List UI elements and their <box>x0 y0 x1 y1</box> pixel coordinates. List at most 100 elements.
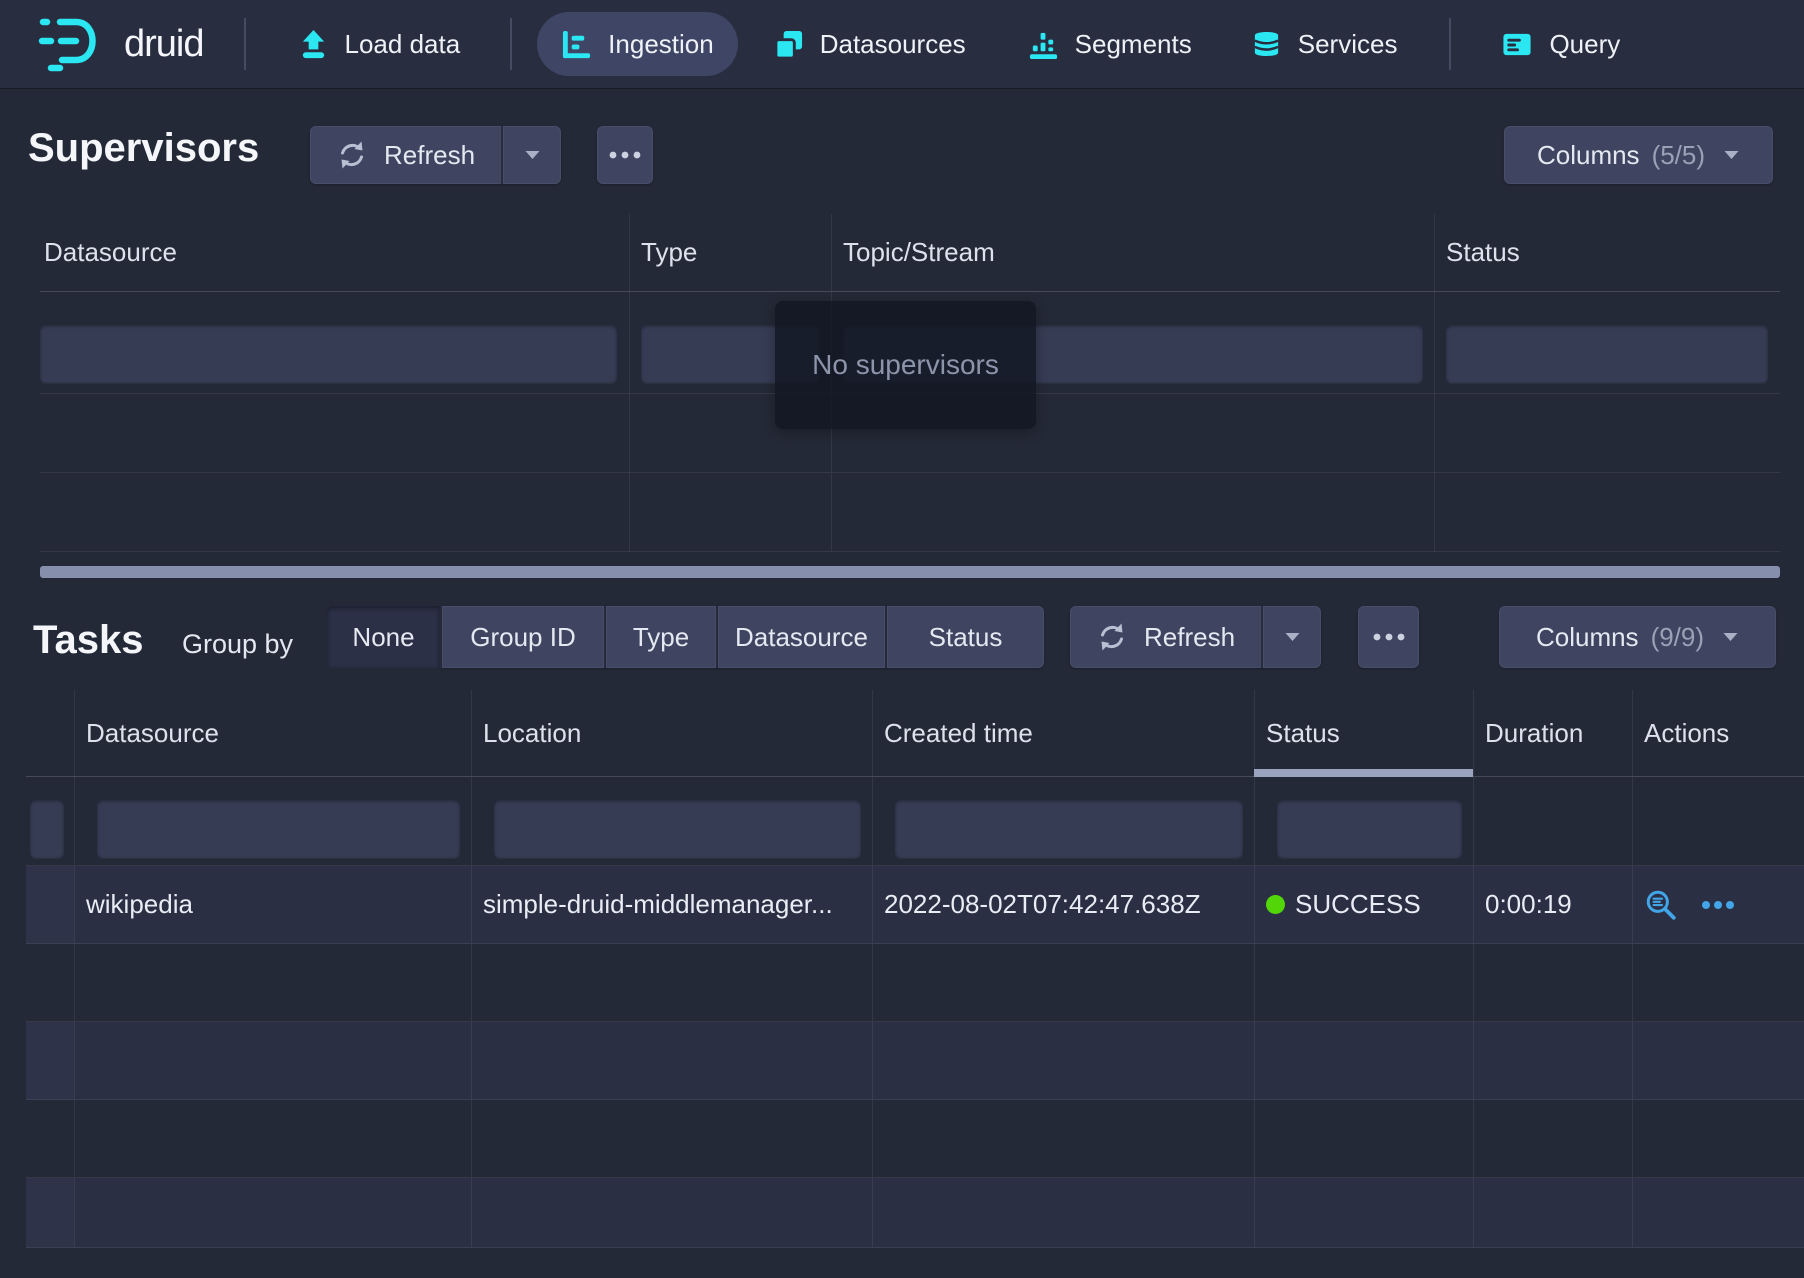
nav-item-label: Query <box>1549 29 1620 60</box>
no-supervisors-message: No supervisors <box>812 349 999 381</box>
tasks-refresh-button[interactable]: Refresh <box>1070 606 1261 668</box>
success-dot-icon <box>1266 895 1285 914</box>
column-header-status-sorted[interactable]: Status <box>1254 690 1473 776</box>
task-duration: 0:00:19 <box>1473 866 1632 943</box>
top-nav: druid Load data Ingestio <box>0 0 1804 88</box>
tasks-header-row: Datasource Location Created time Status … <box>26 690 1804 777</box>
columns-label: Columns <box>1537 140 1640 171</box>
nav-item-label: Services <box>1298 29 1398 60</box>
location-filter-input[interactable] <box>494 800 861 858</box>
tasks-title: Tasks <box>33 618 143 663</box>
upload-icon <box>298 29 329 60</box>
column-header-status[interactable]: Status <box>1434 214 1780 291</box>
group-by-status-button[interactable]: Status <box>887 606 1044 668</box>
refresh-label: Refresh <box>1144 622 1235 653</box>
chevron-down-icon <box>1722 632 1739 642</box>
nav-divider <box>510 18 512 70</box>
datasource-filter-input[interactable] <box>97 800 460 858</box>
supervisors-columns-button[interactable]: Columns (5/5) <box>1504 126 1773 184</box>
chevron-down-icon <box>524 150 541 160</box>
column-header-duration[interactable]: Duration <box>1473 690 1632 776</box>
supervisors-refresh-split-button: Refresh <box>310 126 561 184</box>
supervisors-more-button[interactable] <box>597 126 653 184</box>
column-header-topic-stream[interactable]: Topic/Stream <box>831 214 1434 291</box>
status-filter-input[interactable] <box>1446 325 1768 383</box>
columns-count: (9/9) <box>1651 622 1704 653</box>
horizontal-scrollbar[interactable] <box>40 566 1780 578</box>
table-row <box>40 473 1780 552</box>
column-header-datasource[interactable]: Datasource <box>74 690 471 776</box>
group-by-datasource-button[interactable]: Datasource <box>718 606 887 668</box>
row-more-actions-icon[interactable] <box>1700 899 1736 911</box>
status-text: SUCCESS <box>1295 889 1421 920</box>
group-by-type-button[interactable]: Type <box>606 606 718 668</box>
columns-label: Columns <box>1536 622 1639 653</box>
table-row <box>26 1100 1804 1178</box>
logo-wordmark: druid <box>124 23 204 66</box>
tasks-table: Datasource Location Created time Status … <box>26 690 1804 1248</box>
frozen-column-filter-input[interactable] <box>30 800 64 858</box>
segments-icon <box>1028 29 1059 60</box>
refresh-label: Refresh <box>384 140 475 171</box>
column-header-created-time[interactable]: Created time <box>872 690 1254 776</box>
task-actions <box>1632 866 1804 943</box>
refresh-icon <box>336 139 368 171</box>
supervisors-title: Supervisors <box>28 126 259 171</box>
nav-item-services[interactable]: Services <box>1251 12 1398 76</box>
druid-console: druid Load data Ingestio <box>0 0 1804 1278</box>
nav-item-segments[interactable]: Segments <box>1028 12 1192 76</box>
nav-divider <box>1449 18 1451 70</box>
column-header-location[interactable]: Location <box>471 690 872 776</box>
datasource-filter-input[interactable] <box>40 325 617 383</box>
query-icon <box>1501 29 1533 60</box>
ingestion-icon <box>561 29 592 60</box>
task-row-wikipedia: wikipedia simple-druid-middlemanager... … <box>26 866 1804 944</box>
group-by-group-id-button[interactable]: Group ID <box>442 606 606 668</box>
nav-item-datasources[interactable]: Datasources <box>773 12 966 76</box>
column-header-blank <box>26 690 74 776</box>
supervisors-header-row: Datasource Type Topic/Stream Status <box>40 214 1780 292</box>
chevron-down-icon <box>1723 150 1740 160</box>
table-row <box>26 1022 1804 1100</box>
tasks-filter-row <box>26 777 1804 866</box>
supervisors-refresh-caret-button[interactable] <box>501 126 561 184</box>
group-by-label: Group by <box>182 629 293 660</box>
status-filter-input[interactable] <box>1277 800 1462 858</box>
nav-item-ingestion[interactable]: Ingestion <box>537 12 738 76</box>
task-datasource[interactable]: wikipedia <box>74 866 471 943</box>
datasources-icon <box>773 29 804 60</box>
view-details-icon[interactable] <box>1644 888 1678 922</box>
tasks-refresh-caret-button[interactable] <box>1261 606 1321 668</box>
columns-count: (5/5) <box>1652 140 1705 171</box>
task-status[interactable]: SUCCESS <box>1254 866 1473 943</box>
nav-item-label: Ingestion <box>608 29 714 60</box>
chevron-down-icon <box>1284 632 1301 642</box>
refresh-icon <box>1096 621 1128 653</box>
task-location[interactable]: simple-druid-middlemanager... <box>471 866 872 943</box>
druid-logo-icon <box>38 14 112 74</box>
table-row <box>26 1178 1804 1248</box>
task-created-time[interactable]: 2022-08-02T07:42:47.638Z <box>872 866 1254 943</box>
supervisors-refresh-button[interactable]: Refresh <box>310 126 501 184</box>
nav-item-label: Segments <box>1075 29 1192 60</box>
column-header-datasource[interactable]: Datasource <box>40 214 629 291</box>
tasks-refresh-split-button: Refresh <box>1070 606 1321 668</box>
column-header-type[interactable]: Type <box>629 214 831 291</box>
more-icon <box>1372 631 1406 643</box>
tasks-more-button[interactable] <box>1358 606 1419 668</box>
tasks-columns-button[interactable]: Columns (9/9) <box>1499 606 1776 668</box>
table-row <box>26 944 1804 1022</box>
more-icon <box>608 149 642 161</box>
services-icon <box>1251 28 1282 60</box>
nav-item-label: Datasources <box>820 29 966 60</box>
druid-logo[interactable]: druid <box>38 14 204 74</box>
group-by-button-group: None Group ID Type Datasource Status <box>327 606 1044 668</box>
nav-item-label: Load data <box>345 29 461 60</box>
no-supervisors-overlay: No supervisors <box>775 301 1036 429</box>
group-by-none-button[interactable]: None <box>327 606 442 668</box>
nav-item-load-data[interactable]: Load data <box>298 12 461 76</box>
nav-item-query[interactable]: Query <box>1501 12 1620 76</box>
column-header-actions[interactable]: Actions <box>1632 690 1804 776</box>
nav-divider <box>244 18 246 70</box>
created-time-filter-input[interactable] <box>895 800 1243 858</box>
